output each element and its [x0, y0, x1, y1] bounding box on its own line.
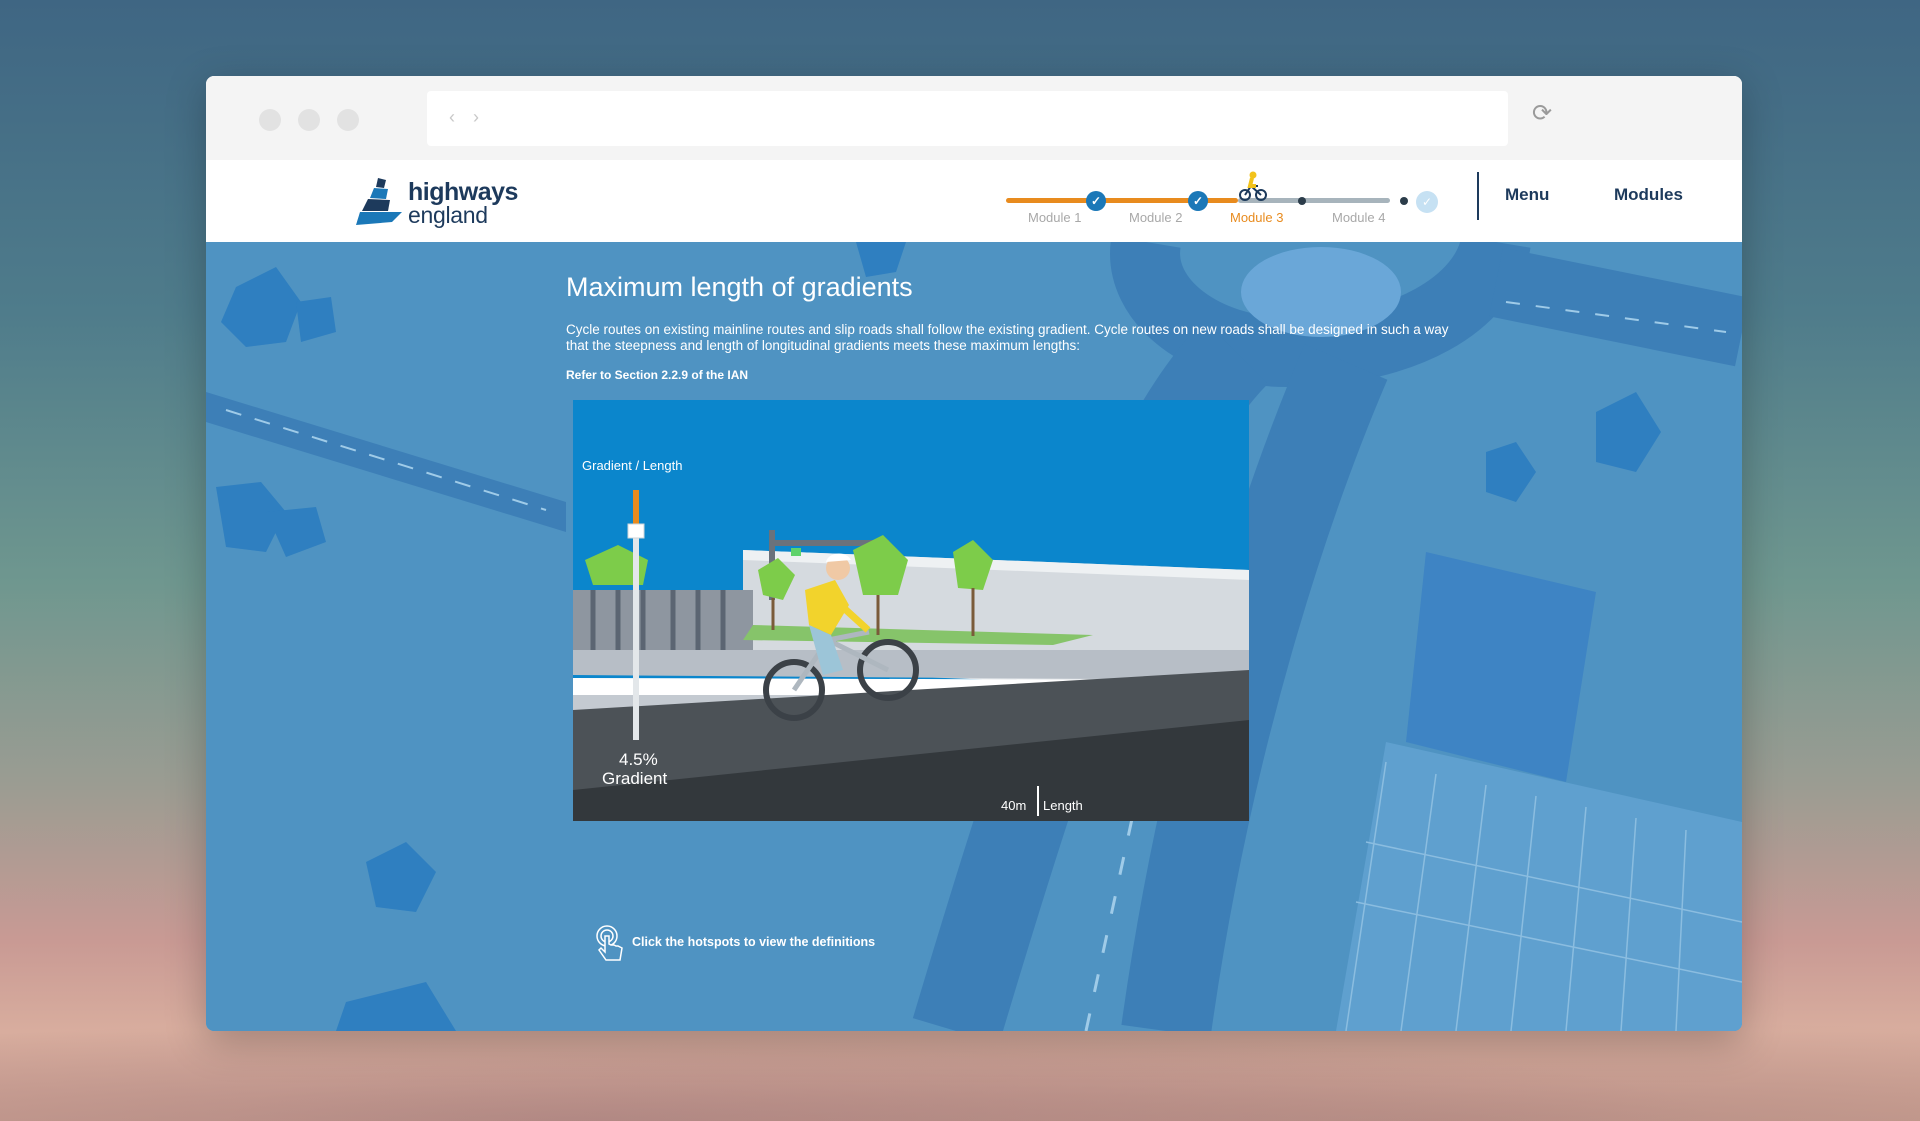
section-reference: Refer to Section 2.2.9 of the IAN: [566, 368, 749, 382]
module-4-label[interactable]: Module 4: [1332, 210, 1385, 225]
module-2-check-icon[interactable]: ✓: [1188, 191, 1208, 211]
gradient-label: Gradient: [602, 769, 668, 788]
browser-window: ‹ › ⟳ highways england ✓ ✓ ✓ Module 1 Mo…: [206, 76, 1742, 1031]
reload-icon[interactable]: ⟳: [1532, 102, 1552, 126]
gradient-value: 4.5%: [619, 750, 658, 769]
module-1-label[interactable]: Module 1: [1028, 210, 1081, 225]
module-progress: ✓ ✓ ✓ Module 1 Module 2 Module 3 Module …: [996, 160, 1438, 242]
window-minimize-dot[interactable]: [298, 109, 320, 131]
cyclist-marker-icon: [1239, 171, 1267, 201]
highways-england-logo[interactable]: highways england: [356, 178, 546, 228]
address-bar[interactable]: ‹ ›: [427, 91, 1508, 146]
final-check-icon[interactable]: ✓: [1416, 191, 1438, 213]
page-title: Maximum length of gradients: [566, 272, 913, 302]
browser-chrome: ‹ › ⟳: [206, 76, 1742, 160]
header-divider: [1477, 172, 1479, 220]
hint-text: Click the hotspots to view the definitio…: [632, 935, 876, 949]
module-2-label[interactable]: Module 2: [1129, 210, 1182, 225]
menu-button[interactable]: Menu: [1505, 185, 1549, 205]
length-value: 40m: [1001, 798, 1027, 813]
window-maximize-dot[interactable]: [337, 109, 359, 131]
module-1-check-icon[interactable]: ✓: [1086, 191, 1106, 211]
length-label: Length: [1043, 798, 1083, 813]
gradient-illustration: Gradient / Length 4.5% Gradient 40m Leng…: [573, 400, 1249, 821]
forward-arrow-icon[interactable]: ›: [473, 107, 479, 128]
main-content: Maximum length of gradients Cycle routes…: [206, 242, 1742, 1031]
module-5-node[interactable]: [1400, 197, 1408, 205]
back-arrow-icon[interactable]: ‹: [449, 107, 455, 128]
pointer-hand-icon: [596, 925, 623, 961]
gauge-title: Gradient / Length: [582, 458, 683, 473]
window-close-dot[interactable]: [259, 109, 281, 131]
logo-mark-icon: [356, 178, 402, 225]
site-header: highways england ✓ ✓ ✓ Module 1 Module 2…: [206, 160, 1742, 242]
modules-button[interactable]: Modules: [1614, 185, 1683, 205]
hotspot-hint: Click the hotspots to view the definitio…: [594, 924, 875, 964]
intro-paragraph: Cycle routes on existing mainline routes…: [566, 322, 1449, 353]
module-4-node[interactable]: [1298, 197, 1306, 205]
logo-text-england: england: [408, 202, 488, 228]
module-3-label[interactable]: Module 3: [1230, 210, 1283, 225]
